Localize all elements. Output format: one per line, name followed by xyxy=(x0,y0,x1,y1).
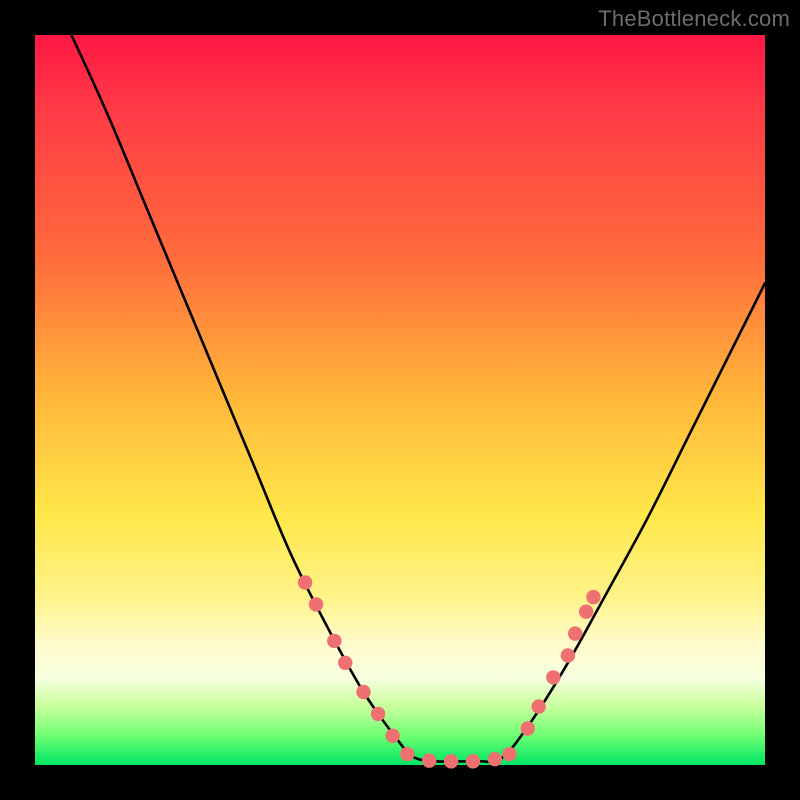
curve-marker xyxy=(579,605,593,619)
bottleneck-curve xyxy=(72,35,766,762)
curve-marker xyxy=(586,590,600,604)
curve-marker xyxy=(309,597,323,611)
curve-marker xyxy=(444,754,458,768)
curve-marker xyxy=(371,707,385,721)
curve-marker xyxy=(298,575,312,589)
curve-marker xyxy=(466,754,480,768)
curve-marker xyxy=(561,648,575,662)
markers-layer xyxy=(298,575,601,768)
curve-marker xyxy=(546,670,560,684)
curve-marker xyxy=(356,685,370,699)
curve-marker xyxy=(488,752,502,766)
curve-marker xyxy=(568,626,582,640)
curve-marker xyxy=(521,721,535,735)
curve-svg xyxy=(35,35,765,765)
curve-marker xyxy=(386,729,400,743)
plot-area xyxy=(35,35,765,765)
chart-frame: TheBottleneck.com xyxy=(0,0,800,800)
curve-marker xyxy=(400,747,414,761)
lines-layer xyxy=(72,35,766,762)
curve-marker xyxy=(532,699,546,713)
curve-marker xyxy=(502,747,516,761)
watermark-text: TheBottleneck.com xyxy=(598,6,790,32)
curve-marker xyxy=(422,753,436,767)
curve-marker xyxy=(338,656,352,670)
curve-marker xyxy=(327,634,341,648)
